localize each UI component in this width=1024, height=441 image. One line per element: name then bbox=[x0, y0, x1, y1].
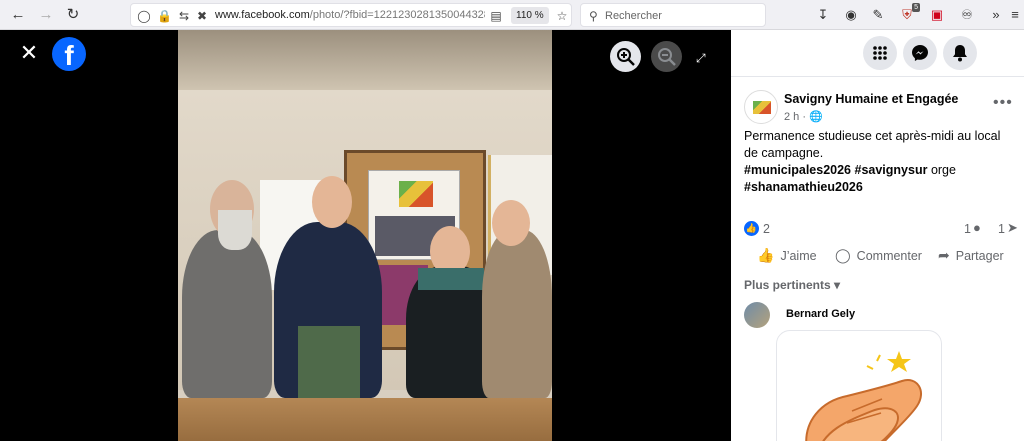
bike-extension-icon[interactable]: ♾ bbox=[958, 6, 976, 24]
tracking-icon[interactable]: ✖ bbox=[195, 9, 209, 23]
hashtag-shanamathieu2026[interactable]: #shanamathieu2026 bbox=[744, 180, 863, 194]
page-avatar[interactable] bbox=[744, 90, 778, 124]
thumbs-up-icon: 👍 bbox=[757, 247, 775, 263]
photo-ceiling bbox=[178, 30, 552, 90]
search-field[interactable]: ⚲ Rechercher bbox=[580, 3, 766, 27]
post-panel: Savigny Humaine et Engagée 2 h · 🌐 ••• P… bbox=[731, 30, 1024, 441]
reactions-bar: 👍 2 1 ● 1 ➤ bbox=[744, 220, 1019, 238]
back-icon[interactable]: ← bbox=[8, 5, 28, 25]
post-actions: 👍 J’aime ◯ Commenter ➦ Partager bbox=[731, 244, 1024, 270]
reader-view-icon[interactable]: ▤ bbox=[489, 9, 503, 23]
zoom-level[interactable]: 110 % bbox=[511, 7, 549, 24]
clapping-hands-sticker bbox=[805, 351, 922, 441]
person-3-pattern bbox=[418, 268, 484, 290]
bookmark-star-icon[interactable]: ☆ bbox=[555, 9, 569, 23]
close-icon[interactable]: ✕ bbox=[16, 41, 42, 65]
comment-button[interactable]: ◯ Commenter bbox=[835, 247, 922, 264]
browser-toolbar: ← → ↻ ◯ 🔒 ⇆ ✖ www.facebook.com/photo/?fb… bbox=[0, 0, 1024, 30]
post-photo bbox=[178, 30, 552, 441]
expand-icon[interactable]: ⤢ bbox=[696, 51, 706, 66]
zoom-out-icon bbox=[657, 48, 676, 66]
photo-viewer: ✕ f ⤢ bbox=[0, 30, 731, 441]
share-count[interactable]: 1 bbox=[998, 222, 1005, 236]
person-2-trousers bbox=[298, 326, 360, 398]
page-logo bbox=[753, 101, 771, 114]
lock-icon[interactable]: 🔒 bbox=[157, 9, 172, 23]
search-placeholder: Rechercher bbox=[605, 10, 662, 22]
forward-icon[interactable]: → bbox=[36, 5, 56, 25]
extensions-icon[interactable]: ✎ bbox=[869, 6, 887, 24]
overflow-menu-icon[interactable]: » bbox=[987, 6, 1005, 24]
comment-filter[interactable]: Plus pertinents ▾ bbox=[744, 278, 840, 292]
permissions-icon[interactable]: ⇆ bbox=[177, 9, 191, 23]
reload-icon[interactable]: ↻ bbox=[63, 5, 83, 25]
url-text[interactable]: www.facebook.com/photo/?fbid=12212302813… bbox=[215, 9, 485, 21]
person-4-head bbox=[492, 200, 530, 246]
ublock-icon[interactable]: ⛨ 5 bbox=[898, 3, 920, 24]
person-4 bbox=[482, 230, 552, 398]
more-options-icon[interactable]: ••• bbox=[993, 94, 1013, 112]
zoom-in-button[interactable] bbox=[610, 41, 641, 72]
account-icon[interactable]: ◉ bbox=[842, 6, 860, 24]
like-count[interactable]: 2 bbox=[763, 222, 770, 236]
chevron-down-icon: ▾ bbox=[834, 278, 841, 292]
post-text: Permanence studieuse cet après-midi au l… bbox=[744, 129, 1001, 194]
hamburger-menu-icon[interactable]: ≡ bbox=[1006, 6, 1024, 24]
search-icon: ⚲ bbox=[589, 9, 598, 23]
hashtag-savignysur[interactable]: #savignysur bbox=[855, 163, 928, 177]
messenger-icon[interactable] bbox=[903, 36, 937, 70]
comment-sticker bbox=[776, 330, 942, 441]
comment-icon: ◯ bbox=[835, 247, 851, 263]
like-button[interactable]: 👍 J’aime bbox=[757, 247, 817, 264]
commenter-name[interactable]: Bernard Gely bbox=[786, 308, 855, 320]
hashtag-municipales2026[interactable]: #municipales2026 bbox=[744, 163, 851, 177]
address-bar[interactable]: ◯ 🔒 ⇆ ✖ www.facebook.com/photo/?fbid=122… bbox=[130, 3, 572, 27]
share-button[interactable]: ➦ Partager bbox=[938, 247, 1004, 264]
zoom-out-button[interactable] bbox=[651, 41, 682, 72]
poster-logo bbox=[399, 181, 433, 207]
person-1-beard bbox=[218, 210, 252, 250]
panel-header bbox=[731, 30, 1024, 77]
post-time[interactable]: 2 h · 🌐 bbox=[784, 110, 823, 123]
downloads-icon[interactable]: ↧ bbox=[814, 6, 832, 24]
share-icon: ➦ bbox=[938, 247, 950, 263]
facebook-logo[interactable]: f bbox=[52, 37, 86, 71]
comment-count-icon: ● bbox=[973, 220, 981, 235]
notifications-icon[interactable] bbox=[943, 36, 977, 70]
pdf-extension-icon[interactable]: ▣ bbox=[928, 6, 946, 24]
zoom-in-icon bbox=[616, 48, 635, 66]
shield-icon[interactable]: ◯ bbox=[137, 9, 151, 23]
photo-table bbox=[178, 398, 552, 441]
person-2-head bbox=[312, 176, 352, 228]
person-1 bbox=[182, 230, 272, 398]
comment-count[interactable]: 1 bbox=[964, 222, 971, 236]
globe-icon: 🌐 bbox=[809, 111, 823, 123]
page-name[interactable]: Savigny Humaine et Engagée bbox=[784, 92, 958, 106]
commenter-avatar[interactable] bbox=[744, 302, 770, 328]
like-reaction-icon[interactable]: 👍 bbox=[744, 221, 759, 236]
share-count-icon: ➤ bbox=[1007, 220, 1018, 235]
menu-grid-icon[interactable] bbox=[863, 36, 897, 70]
